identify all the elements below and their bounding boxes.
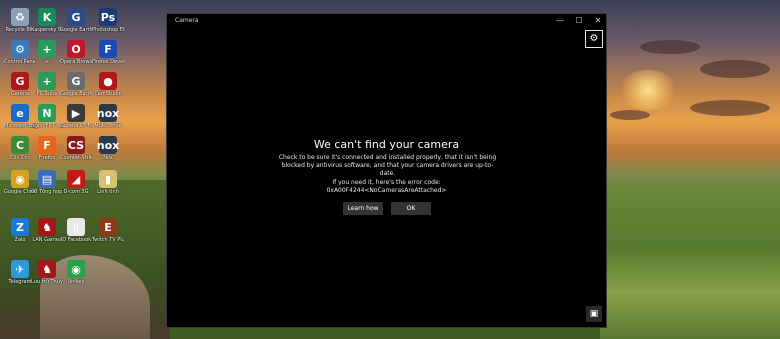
desktop-icon[interactable]: nox Multi Drive [92, 104, 124, 129]
desktop-icon[interactable]: + + [31, 40, 63, 65]
desktop-icon-label: Firefox Developer [92, 59, 124, 65]
desktop-icon[interactable]: F Firefox [31, 136, 63, 161]
desktop-icon[interactable]: ▶ Garena CF Fix [60, 104, 92, 129]
desktop-icon[interactable]: ♞Lưu trữ Thuyết... [31, 260, 63, 285]
app-icon: nox [97, 136, 119, 154]
desktop-icon-label: Linh tinh [97, 189, 119, 195]
photo-gallery-icon[interactable]: ▣ [586, 306, 602, 322]
app-icon: G [11, 72, 29, 90]
desktop-icon-label: Counter-Strike [60, 155, 92, 161]
app-icon: C [11, 136, 29, 154]
desktop-icon[interactable]: E Twitch TV Plus [92, 218, 124, 243]
desktop-icon[interactable]: ▮ Linh tinh [92, 170, 124, 195]
desktop-icon[interactable]: GGoogle Earth Pro [60, 8, 92, 33]
app-icon: ♞ [38, 218, 56, 236]
error-title: We can't find your camera [313, 138, 460, 151]
app-icon: F [38, 136, 56, 154]
desktop-icon[interactable]: PsPhotoshop Elements [92, 8, 124, 33]
cloud [700, 60, 770, 78]
desktop-icon[interactable]: ◢ D-com 3G [60, 170, 92, 195]
desktop-icon[interactable]: ● CamStudio [92, 72, 124, 97]
app-icon: G [67, 72, 85, 90]
app-icon: ◉ [67, 260, 85, 278]
desktop-icon-label: CamStudio [94, 91, 122, 97]
desktop-icon-label: + [44, 59, 50, 65]
learn-how-button[interactable]: Learn how [343, 202, 383, 215]
desktop-icon-label: Multi Drive [94, 123, 122, 129]
camera-app-window: Camera — ☐ ✕ ⚙ We can't find your camera… [166, 13, 607, 328]
desktop-icon[interactable]: ♞ LAN Games [31, 218, 63, 243]
desktop-icon[interactable]: GGoogle Earth Pro [60, 72, 92, 97]
app-icon: O [67, 40, 85, 58]
app-icon: Z [11, 218, 29, 236]
app-icon: Ps [99, 8, 117, 26]
desktop-icon-label: ID Facebook [60, 237, 92, 243]
error-code-label: If you need it, here's the error code: [332, 179, 441, 186]
app-icon: ● [99, 72, 117, 90]
desktop-icon[interactable]: ▤00 Tổng hợp Hack Facebook [31, 170, 63, 195]
app-icon: N [38, 104, 56, 122]
sun-glow [618, 70, 678, 110]
desktop-icon-label: PC Suite [36, 91, 58, 97]
ok-button[interactable]: OK [391, 202, 431, 215]
maximize-button[interactable]: ☐ [572, 15, 586, 27]
app-icon: + [38, 40, 56, 58]
app-icon: ▶ [67, 104, 85, 122]
app-icon: ◢ [67, 170, 85, 188]
desktop-icon-label: D-com 3G [63, 189, 89, 195]
desktop-icon[interactable]: ▯ ID Facebook [60, 218, 92, 243]
minimize-button[interactable]: — [553, 15, 567, 27]
app-icon: ♞ [38, 260, 56, 278]
settings-gear-icon[interactable]: ⚙ [585, 30, 603, 48]
app-icon: e [11, 104, 29, 122]
desktop-icon-label: Photoshop Elements [92, 27, 124, 33]
app-icon: ♻ [11, 8, 29, 26]
error-body: Check to be sure it's connected and inst… [278, 154, 497, 177]
app-icon: F [99, 40, 117, 58]
cloud [690, 100, 770, 116]
desktop-icon-label: Firefox [38, 155, 56, 161]
desktop-icon-label: Google Earth Pro [60, 91, 92, 97]
desktop-icon[interactable]: + PC Suite [31, 72, 63, 97]
title-bar[interactable]: Camera — ☐ ✕ [167, 14, 606, 28]
cloud [610, 110, 650, 120]
desktop-icon[interactable]: OOpera Browser [60, 40, 92, 65]
app-icon: ✈ [11, 260, 29, 278]
app-icon: nox [97, 104, 119, 122]
desktop-icon-label: Unikey [67, 279, 85, 285]
app-icon: ▮ [99, 170, 117, 188]
desktop-icon-label: Google Earth Pro [60, 27, 92, 33]
app-icon: ▤ [38, 170, 56, 188]
desktop-icon-label: Opera Browser [60, 59, 92, 65]
desktop-icon[interactable]: ◉ Unikey [60, 260, 92, 285]
desktop-icon[interactable]: nox Nox [92, 136, 124, 161]
desktop-icon[interactable]: FFirefox Developer [92, 40, 124, 65]
error-code: 0xA00F4244<NoCamerasAreAttached> [326, 187, 447, 194]
app-icon: E [99, 218, 117, 236]
app-icon: CS [67, 136, 85, 154]
cloud [640, 40, 700, 54]
desktop-icon-label: Twitch TV Plus [92, 237, 124, 243]
app-icon: ▯ [67, 218, 85, 236]
desktop-icon-label: Lưu trữ Thuyết... [31, 279, 63, 285]
hills-right [600, 185, 780, 339]
desktop-icon[interactable]: NNgon FPT Play [31, 104, 63, 129]
desktop-icon-label: Garena CF Fix [60, 123, 92, 129]
close-button[interactable]: ✕ [591, 15, 605, 27]
desktop-icon[interactable]: KKaspersky Secure Con... [31, 8, 63, 33]
desktop-icon-label: Nox [103, 155, 113, 161]
app-icon: K [38, 8, 56, 26]
app-icon: ◉ [11, 170, 29, 188]
desktop-icon-label: 00 Tổng hợp Hack Facebook [31, 189, 63, 195]
desktop-icon-label: Ngon FPT Play [31, 123, 63, 129]
desktop-icon[interactable]: CSCounter-Strike [60, 136, 92, 161]
app-icon: G [67, 8, 85, 26]
window-title: Camera [175, 17, 199, 24]
app-icon: ⚙ [11, 40, 29, 58]
desktop-icon-label: Kaspersky Secure Con... [31, 27, 63, 33]
app-icon: + [38, 72, 56, 90]
desktop-icon-label: LAN Games [32, 237, 62, 243]
